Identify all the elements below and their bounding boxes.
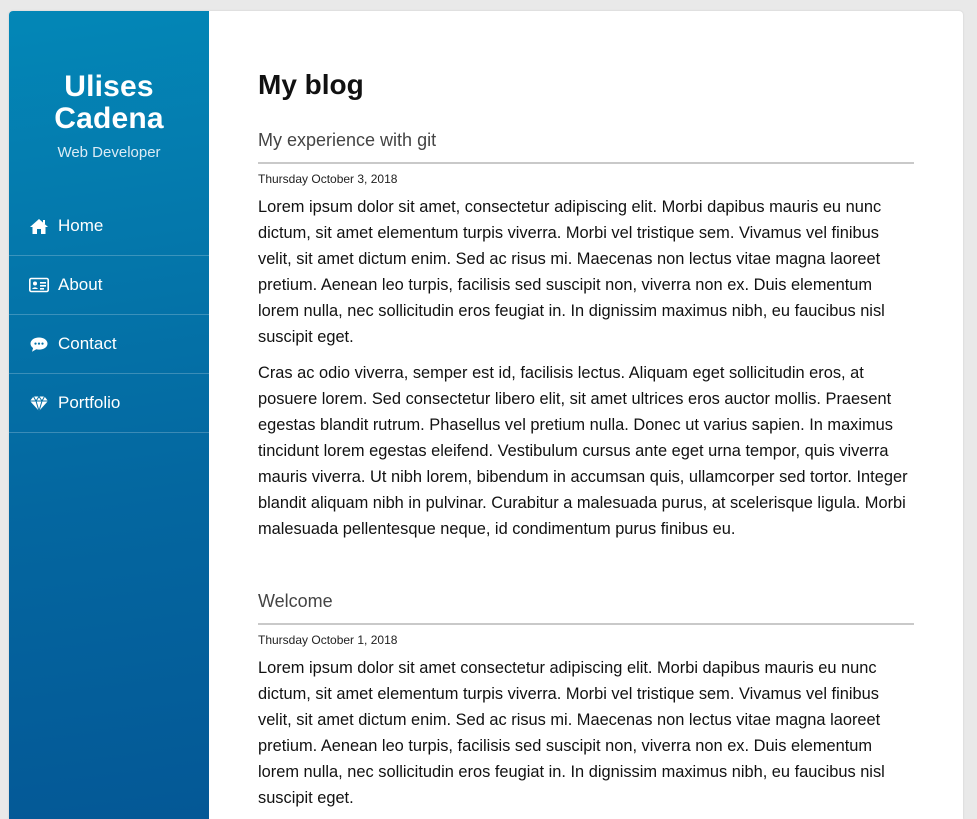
sidebar-item-home[interactable]: Home	[9, 197, 209, 256]
page-frame: Ulises Cadena Web Developer Home About C…	[9, 11, 963, 819]
post-body: Lorem ipsum dolor sit amet consectetur a…	[258, 655, 914, 811]
post-title[interactable]: My experience with git	[258, 129, 914, 164]
post-paragraph: Cras ac odio viverra, semper est id, fac…	[258, 364, 908, 538]
brand-name[interactable]: Ulises Cadena	[9, 71, 209, 135]
brand-role: Web Developer	[57, 144, 161, 161]
main-content: My blog My experience with git Thursday …	[258, 11, 914, 811]
post-date: Thursday October 3, 2018	[258, 172, 398, 186]
sidebar-item-label: Home	[58, 216, 104, 235]
page-title: My blog	[258, 69, 364, 100]
sidebar-nav: Home About Contact Portfolio	[9, 197, 209, 433]
brand: Ulises Cadena Web Developer	[9, 11, 209, 162]
home-icon	[28, 217, 49, 235]
sidebar-item-label: Portfolio	[58, 393, 121, 412]
post-title[interactable]: Welcome	[258, 590, 914, 625]
sidebar-item-contact[interactable]: Contact	[9, 315, 209, 374]
blog-post: My experience with git Thursday October …	[258, 129, 914, 542]
post-paragraph: Lorem ipsum dolor sit amet consectetur a…	[258, 659, 885, 807]
post-date: Thursday October 1, 2018	[258, 633, 398, 647]
sidebar-item-label: Contact	[58, 334, 117, 353]
post-paragraph: Lorem ipsum dolor sit amet, consectetur …	[258, 198, 885, 346]
id-card-icon	[28, 276, 49, 294]
blog-post: Welcome Thursday October 1, 2018 Lorem i…	[258, 590, 914, 811]
sidebar: Ulises Cadena Web Developer Home About C…	[9, 11, 209, 819]
chat-bubble-icon	[28, 335, 49, 353]
sidebar-item-portfolio[interactable]: Portfolio	[9, 374, 209, 433]
sidebar-item-about[interactable]: About	[9, 256, 209, 315]
sidebar-item-label: About	[58, 275, 103, 294]
diamond-icon	[28, 394, 49, 412]
post-body: Lorem ipsum dolor sit amet, consectetur …	[258, 194, 914, 542]
